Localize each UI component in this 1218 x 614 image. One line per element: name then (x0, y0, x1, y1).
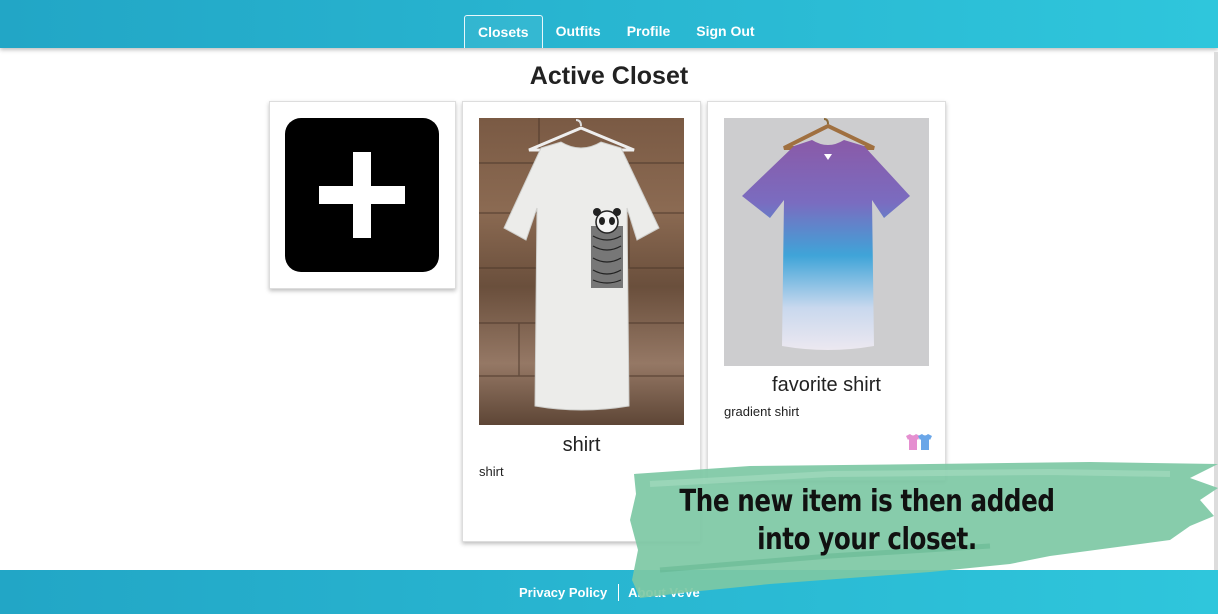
page-title: Active Closet (529, 62, 689, 90)
closet-item-card[interactable]: favorite shirt gradient shirt (707, 101, 946, 481)
nav-outfits[interactable]: Outfits (543, 15, 614, 48)
nav-sign-out[interactable]: Sign Out (683, 15, 767, 48)
shirts-icon[interactable] (904, 433, 934, 451)
footer-divider (618, 584, 620, 601)
item-description: shirt (479, 464, 504, 479)
add-item-button[interactable] (285, 118, 439, 272)
top-nav-bar: Closets Outfits Profile Sign Out (0, 0, 1218, 48)
annotation-text: The new item is then added into your clo… (679, 484, 1055, 557)
item-photo (479, 118, 684, 425)
item-photo (724, 118, 929, 366)
item-name: favorite shirt (772, 374, 881, 396)
add-item-card (269, 101, 456, 289)
nav-profile[interactable]: Profile (614, 15, 684, 48)
item-name: shirt (562, 434, 601, 456)
privacy-policy-link[interactable]: Privacy Policy (519, 585, 607, 600)
item-description: gradient shirt (724, 404, 800, 419)
nav-menu: Closets Outfits Profile Sign Out (464, 15, 768, 48)
nav-closets[interactable]: Closets (464, 15, 543, 48)
